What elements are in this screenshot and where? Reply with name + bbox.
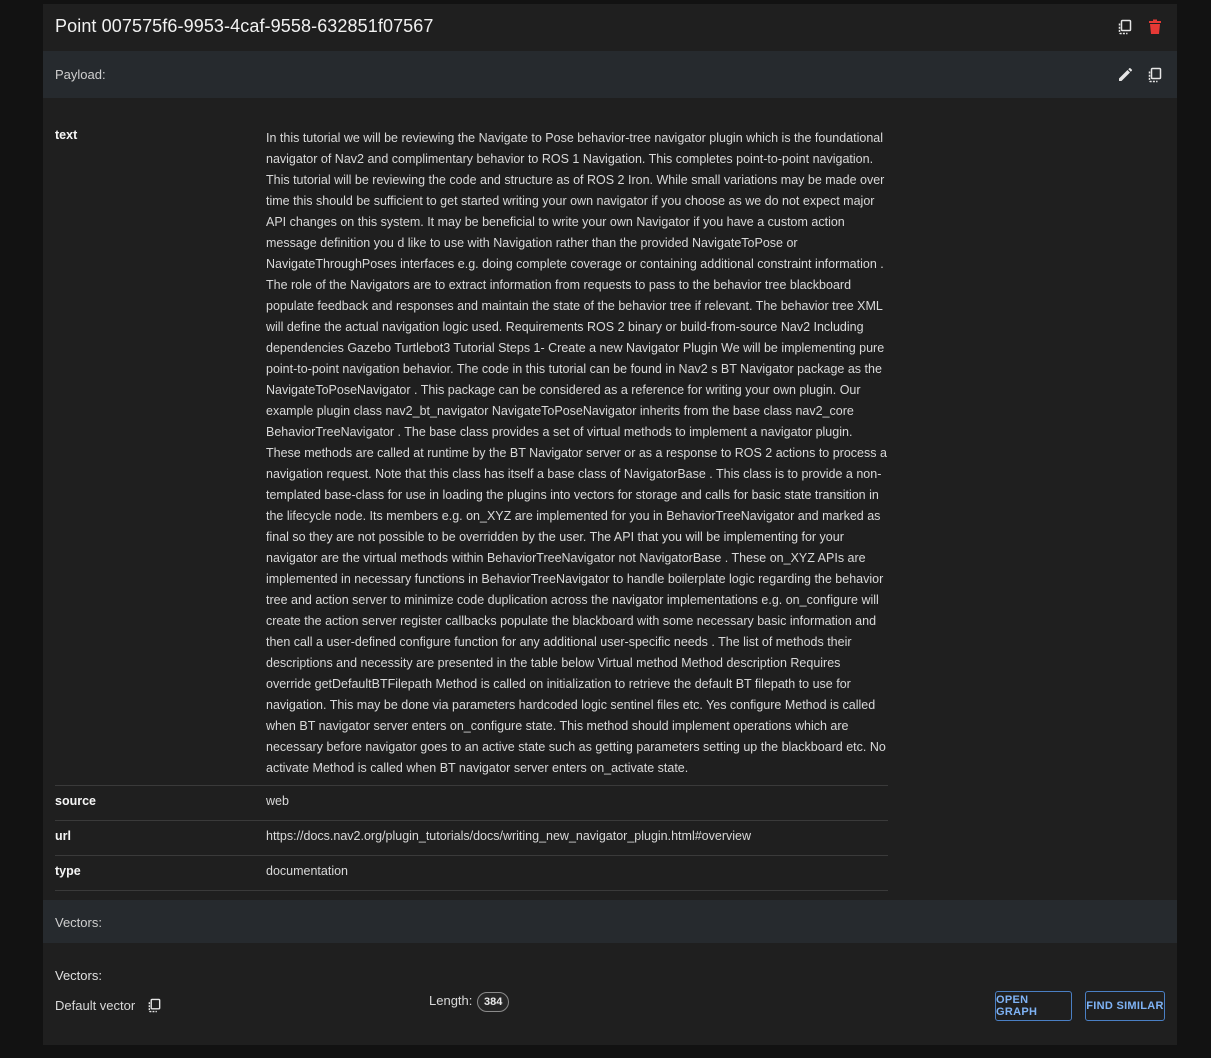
point-title: Point 007575f6-9953-4caf-9558-632851f075… (55, 16, 434, 36)
copy-vector-button[interactable] (143, 994, 165, 1016)
delete-point-button[interactable] (1144, 16, 1166, 38)
payload-key: type (55, 864, 81, 878)
vector-name: Default vector (55, 998, 136, 1013)
payload-row-type: type documentation (55, 856, 888, 891)
copy-icon (147, 998, 162, 1013)
payload-row-url: url https://docs.nav2.org/plugin_tutoria… (55, 821, 888, 856)
payload-key: url (55, 829, 71, 843)
vector-length-label: Length: (429, 993, 473, 1008)
vectors-heading: Vectors: (55, 968, 102, 983)
payload-row-source: source web (55, 786, 888, 821)
payload-table: text In this tutorial we will be reviewi… (55, 122, 888, 891)
payload-value: documentation (266, 864, 349, 878)
payload-section-bar: Payload: (43, 51, 1177, 98)
payload-key: source (55, 794, 96, 808)
vectors-section-bar: Vectors: (43, 900, 1177, 943)
payload-value: https://docs.nav2.org/plugin_tutorials/d… (266, 829, 751, 843)
point-card: Point 007575f6-9953-4caf-9558-632851f075… (43, 4, 1177, 1045)
payload-label: Payload: (55, 67, 106, 82)
payload-key: text (55, 128, 78, 142)
trash-icon (1148, 19, 1162, 35)
copy-icon (1147, 67, 1163, 83)
open-graph-button[interactable]: OPEN GRAPH (995, 991, 1072, 1021)
payload-value: In this tutorial we will be reviewing th… (266, 131, 887, 775)
copy-payload-button[interactable] (1144, 64, 1166, 86)
copy-point-button[interactable] (1114, 16, 1136, 38)
edit-payload-button[interactable] (1114, 64, 1136, 86)
vector-length-badge: 384 (477, 992, 510, 1012)
payload-value: web (266, 794, 289, 808)
point-header: Point 007575f6-9953-4caf-9558-632851f075… (43, 4, 1177, 51)
payload-row-text: text In this tutorial we will be reviewi… (55, 122, 888, 786)
pencil-icon (1117, 67, 1133, 83)
vectors-section-label: Vectors: (55, 915, 102, 930)
find-similar-button[interactable]: FIND SIMILAR (1085, 991, 1165, 1021)
copy-icon (1117, 19, 1133, 35)
